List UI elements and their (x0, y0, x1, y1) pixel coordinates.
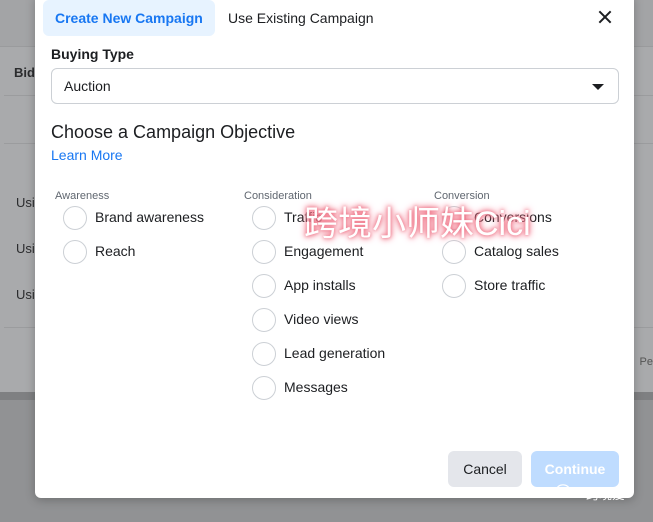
watermark-text: 跨境小师妹Cici (304, 205, 531, 243)
option-label: Lead generation (284, 345, 386, 361)
radio-button[interactable] (63, 240, 87, 264)
buying-type-label: Buying Type (51, 46, 134, 62)
column-heading: Awareness (55, 190, 110, 202)
background-row-label: Usi (16, 287, 35, 302)
option-label: App installs (284, 277, 356, 293)
buying-type-select[interactable]: Auction (51, 68, 619, 104)
wechat-icon (556, 484, 574, 498)
radio-button[interactable] (252, 206, 276, 230)
buying-type-value: Auction (64, 78, 111, 94)
background-row-label: Usi (16, 241, 35, 256)
radio-button[interactable] (252, 376, 276, 400)
objective-title: Choose a Campaign Objective (51, 122, 296, 142)
option-label: Store traffic (474, 277, 546, 293)
caret-down-icon (592, 84, 604, 90)
radio-button[interactable] (252, 240, 276, 264)
background-row-label: Usi (16, 195, 35, 210)
option-label: Video views (284, 311, 359, 327)
cancel-button[interactable]: Cancel (448, 451, 522, 487)
radio-button[interactable] (63, 206, 87, 230)
option-label: Catalog sales (474, 243, 559, 259)
option-label: Messages (284, 379, 348, 395)
option-label: Reach (95, 243, 136, 259)
option-label: Brand awareness (95, 209, 204, 225)
column-heading: Conversion (434, 190, 490, 202)
column-heading: Consideration (244, 190, 312, 202)
learn-more-link[interactable]: Learn More (51, 147, 123, 163)
tab-create-new-campaign[interactable]: Create New Campaign (43, 0, 215, 36)
corner-watermark-text: 跨境爱 (586, 487, 626, 502)
tab-use-existing-campaign[interactable]: Use Existing Campaign (216, 0, 386, 36)
radio-button[interactable] (252, 274, 276, 298)
continue-button[interactable]: Continue (531, 451, 619, 487)
background-pager-text: Pe (639, 356, 653, 368)
radio-button[interactable] (252, 308, 276, 332)
campaign-dialog: Create New Campaign Use Existing Campaig… (35, 0, 634, 498)
option-label: Engagement (284, 243, 364, 259)
radio-button[interactable] (252, 342, 276, 366)
radio-button[interactable] (442, 274, 466, 298)
close-icon[interactable] (593, 6, 617, 30)
background-column-header: Bid (14, 65, 35, 80)
